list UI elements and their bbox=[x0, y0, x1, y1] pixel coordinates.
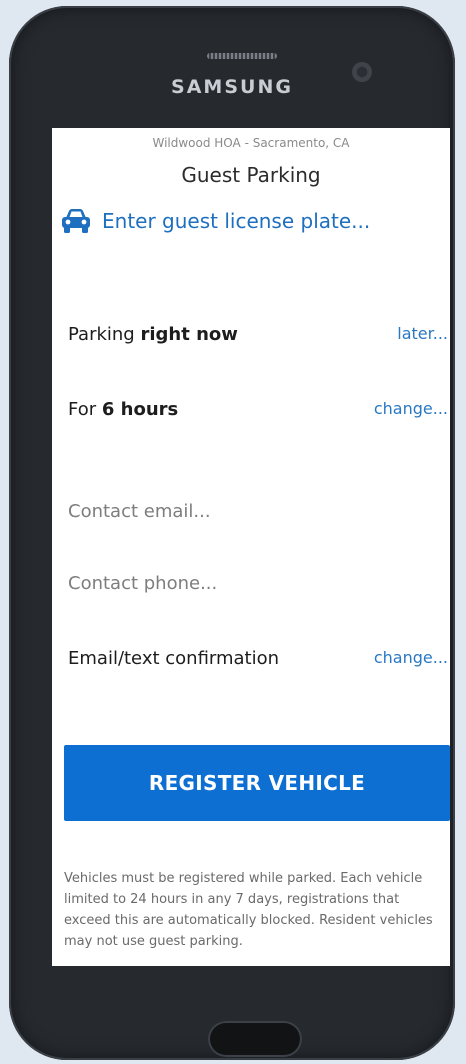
contact-email-field[interactable]: Contact email... bbox=[68, 501, 211, 522]
disclaimer-text: Vehicles must be registered while parked… bbox=[64, 871, 433, 949]
confirmation-change-link[interactable]: change... bbox=[374, 648, 448, 667]
brand-logo: SAMSUNG bbox=[171, 76, 293, 98]
car-icon bbox=[60, 208, 92, 234]
contact-phone-field[interactable]: Contact phone... bbox=[68, 573, 217, 594]
parking-start-row: Parking right now later... bbox=[68, 324, 450, 345]
app-screen: Wildwood HOA - Sacramento, CA Guest Park… bbox=[52, 128, 450, 966]
phone-frame: SAMSUNG Wildwood HOA - Sacramento, CA Gu… bbox=[9, 6, 455, 1060]
parking-start-prefix: Parking bbox=[68, 324, 141, 345]
register-vehicle-button[interactable]: REGISTER VEHICLE bbox=[64, 745, 450, 821]
later-link[interactable]: later... bbox=[397, 324, 448, 343]
duration-row: For 6 hours change... bbox=[68, 399, 450, 420]
duration-prefix: For bbox=[68, 399, 102, 420]
page-title: Guest Parking bbox=[181, 163, 321, 187]
parking-start-value: right now bbox=[140, 324, 238, 345]
duration-change-link[interactable]: change... bbox=[374, 399, 448, 418]
confirmation-label: Email/text confirmation bbox=[68, 648, 280, 669]
home-button[interactable] bbox=[208, 1021, 302, 1057]
license-plate-placeholder: Enter guest license plate... bbox=[102, 209, 371, 233]
confirmation-row: Email/text confirmation change... bbox=[68, 648, 450, 669]
location-label: Wildwood HOA - Sacramento, CA bbox=[152, 136, 350, 150]
speaker-grille bbox=[207, 53, 277, 59]
license-plate-input[interactable]: Enter guest license plate... bbox=[60, 208, 370, 234]
duration-value: 6 hours bbox=[101, 399, 179, 420]
